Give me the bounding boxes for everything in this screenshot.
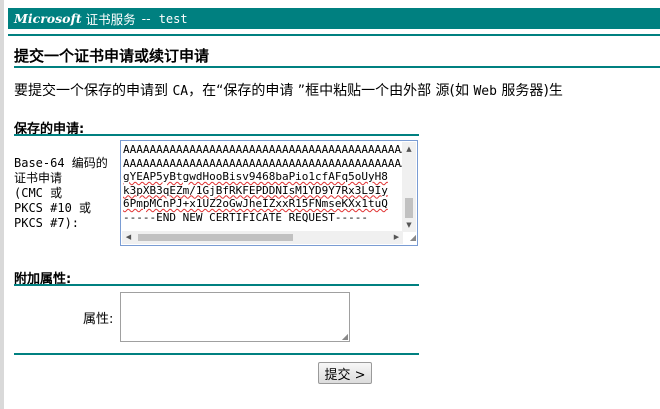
scroll-down-icon[interactable]: ▼ [402,218,416,232]
section-divider [14,353,419,355]
textarea-line: k3pXB3qEZm/1GjBfRKFEPDDNIsM1YD9Y7Rx3L9Iy [123,183,388,197]
brand-logo: Microsoft [14,11,82,26]
scroll-left-icon[interactable]: ◀ [122,231,135,244]
header-banner: Microsoft 证书服务 -- test [8,8,660,29]
resize-grip-icon[interactable]: ◢ [402,231,416,244]
left-border [0,0,4,409]
label-line: (CMC 或 [14,186,63,200]
attributes-label: 属性: [83,312,114,327]
page-title: 提交一个证书申请或续订申请 [14,47,210,65]
label-line: Base-64 编码的 [14,156,108,170]
horizontal-scrollbar[interactable]: ◀ ▶ [122,231,403,244]
saved-request-textarea[interactable]: AAAAAAAAAAAAAAAAAAAAAAAAAAAAAAAAAAAAAAAA… [120,140,418,246]
textarea-line: AAAAAAAAAAAAAAAAAAAAAAAAAAAAAAAAAAAAAAAA… [123,156,403,170]
resize-grip-icon[interactable]: ◢ [342,332,348,341]
textarea-line: 6PmpMCnPJ+x1UZ2oGwJheIZxxR15FNmseKXx1tuQ [123,197,388,210]
intro-part2: ，在“保存的申请 ”框中粘贴一个由外部 源(如 [188,83,474,99]
service-name: 证书服务 [85,12,136,27]
vertical-scroll-thumb[interactable] [405,198,413,218]
textarea-line: -----END NEW CERTIFICATE REQUEST----- [123,210,369,224]
textarea-content[interactable]: AAAAAAAAAAAAAAAAAAAAAAAAAAAAAAAAAAAAAAAA… [123,143,403,233]
header-divider [8,34,660,36]
textarea-line: AAAAAAAAAAAAAAAAAAAAAAAAAAAAAAAAAAAAAAAA… [123,143,403,156]
textarea-line: gYEAP5yBtgwdHooBisv9468baPio1cfAFq5oUyH8 [123,170,388,183]
intro-text: 要提交一个保存的申请到 CA，在“保存的申请 ”框中粘贴一个由外部 源(如 We… [14,80,660,100]
section-divider [14,134,419,136]
intro-ca: CA [172,84,189,99]
attributes-textarea[interactable]: ◢ [120,292,350,342]
section-divider [14,284,419,286]
title-divider [14,66,660,68]
label-line: PKCS #7): [14,216,80,230]
scroll-up-icon[interactable]: ▲ [402,142,416,156]
vertical-scrollbar[interactable]: ▲ ▼ [402,142,416,232]
label-line: 证书申请 [14,171,63,185]
submit-button[interactable]: 提交 > [318,362,372,384]
header-separator: -- [141,11,151,26]
ca-name: test [158,11,188,26]
label-line: PKCS #10 或 [14,201,92,215]
intro-web: Web [473,84,497,99]
horizontal-scroll-thumb[interactable] [138,234,293,241]
saved-request-label: Base-64 编码的 证书申请 (CMC 或 PKCS #10 或 PKCS … [14,156,124,231]
intro-part1: 要提交一个保存的申请到 [14,83,173,99]
intro-part3: 服务器)生 [496,83,563,99]
